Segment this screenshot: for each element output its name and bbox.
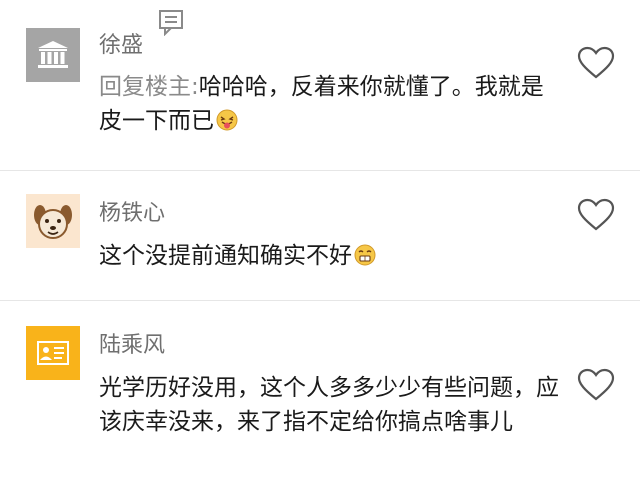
avatar[interactable] (26, 28, 80, 82)
comment-author[interactable]: 杨铁心 (99, 201, 165, 227)
comment-divider (0, 170, 640, 171)
dog-face-icon (34, 205, 72, 239)
bank-building-icon (38, 41, 68, 68)
id-card-icon (37, 341, 69, 365)
tongue-out-emoji-icon (216, 107, 238, 131)
comment-divider (0, 300, 640, 301)
comment-text: 这个没提前通知确实不好 (99, 239, 559, 273)
avatar[interactable] (26, 326, 80, 380)
comment-body: 这个没提前通知确实不好 (99, 243, 352, 269)
reply-icon[interactable] (157, 8, 185, 36)
comment-text: 回复楼主:哈哈哈，反着来你就懂了。我就是皮一下而已 (99, 70, 559, 138)
comment-text: 光学历好没用，这个人多多少少有些问题，应该庆幸没来，来了指不定给你搞点啥事儿 (99, 375, 559, 435)
grimace-emoji-icon (354, 242, 376, 266)
reply-prefix[interactable]: 回复楼主: (99, 74, 199, 100)
comment-author[interactable]: 陆乘风 (99, 333, 165, 359)
avatar[interactable] (26, 194, 80, 248)
like-heart-icon[interactable] (577, 46, 615, 80)
like-heart-icon[interactable] (577, 198, 615, 232)
like-heart-icon[interactable] (577, 368, 615, 402)
comment-author[interactable]: 徐盛 (99, 33, 143, 59)
